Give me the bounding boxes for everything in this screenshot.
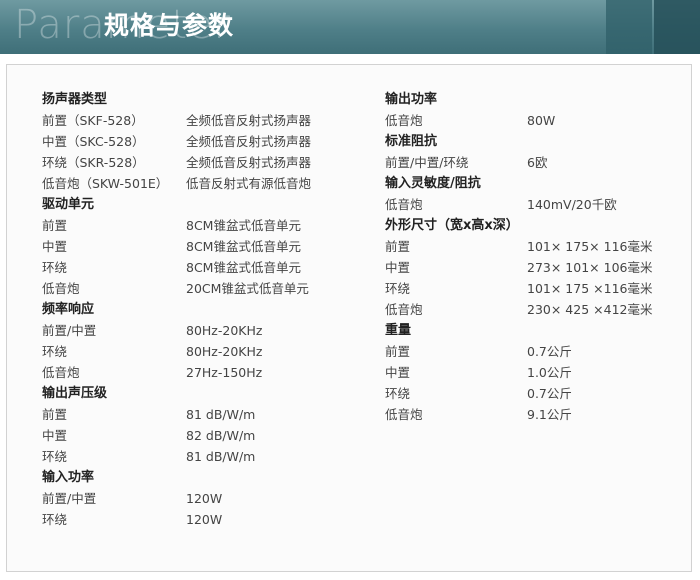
spec-label: 前置/中置 bbox=[42, 323, 97, 338]
spec-value: 80W bbox=[527, 113, 556, 128]
header-banner: Parameter 规格与参数 bbox=[0, 0, 700, 54]
spec-value: 80Hz-20KHz bbox=[186, 323, 263, 338]
spec-label: 低音炮 bbox=[385, 302, 423, 317]
spec-value: 81 dB/W/m bbox=[186, 449, 256, 464]
spec-value: 81 dB/W/m bbox=[186, 407, 256, 422]
spec-value: 0.7公斤 bbox=[527, 386, 572, 401]
spec-value: 全频低音反射式扬声器 bbox=[186, 113, 312, 128]
spec-value: 273× 101× 106毫米 bbox=[527, 260, 653, 275]
spec-value: 1.0公斤 bbox=[527, 365, 572, 380]
spec-value: 全频低音反射式扬声器 bbox=[186, 155, 312, 170]
decor-block bbox=[606, 0, 652, 54]
spec-label: 中置（SKC-528） bbox=[42, 134, 145, 149]
spec-label: 低音炮 bbox=[42, 365, 80, 380]
spec-value: 120W bbox=[186, 491, 223, 506]
spec-value: 101× 175× 116毫米 bbox=[527, 239, 653, 254]
spec-panel: 扬声器类型 前置（SKF-528） 全频低音反射式扬声器 中置（SKC-528） 全频低… bbox=[6, 64, 692, 572]
page-title: 规格与参数 bbox=[104, 11, 235, 40]
section-title: 输入灵敏度/阻抗 bbox=[385, 176, 481, 191]
spec-value: 6欧 bbox=[527, 155, 548, 170]
spec-label: 中置 bbox=[42, 428, 68, 443]
spec-label: 环绕 bbox=[42, 260, 68, 275]
spec-label: 环绕 bbox=[42, 512, 68, 527]
spec-value: 8CM锥盆式低音单元 bbox=[186, 239, 301, 254]
spec-value: 20CM锥盆式低音单元 bbox=[186, 281, 309, 296]
spec-label: 低音炮 bbox=[385, 407, 423, 422]
spec-value: 0.7公斤 bbox=[527, 344, 572, 359]
section-title: 标准阻抗 bbox=[385, 134, 438, 149]
section-title: 重量 bbox=[385, 323, 412, 338]
section-title: 外形尺寸（宽x高x深） bbox=[385, 218, 519, 233]
section-title: 输出功率 bbox=[385, 92, 438, 107]
spec-value: 全频低音反射式扬声器 bbox=[186, 134, 312, 149]
section-title: 输入功率 bbox=[42, 470, 95, 485]
spec-label: 低音炮（SKW-501E） bbox=[42, 176, 169, 191]
section-title: 驱动单元 bbox=[42, 197, 95, 212]
spec-label: 环绕 bbox=[42, 344, 68, 359]
spec-label: 前置 bbox=[385, 239, 411, 254]
spec-value: 低音反射式有源低音炮 bbox=[186, 176, 312, 191]
section-title: 输出声压级 bbox=[42, 386, 108, 401]
spec-value: 82 dB/W/m bbox=[186, 428, 256, 443]
spec-label: 中置 bbox=[385, 365, 411, 380]
spec-value: 140mV/20千欧 bbox=[527, 197, 617, 212]
spec-label: 环绕 bbox=[385, 386, 411, 401]
spec-label: 前置/中置 bbox=[42, 491, 97, 506]
spec-label: 前置 bbox=[385, 344, 411, 359]
spec-label: 前置 bbox=[42, 218, 68, 233]
spec-value: 80Hz-20KHz bbox=[186, 344, 263, 359]
spec-value: 8CM锥盆式低音单元 bbox=[186, 260, 301, 275]
spec-value: 9.1公斤 bbox=[527, 407, 572, 422]
spec-label: 前置 bbox=[42, 407, 68, 422]
spec-label: 中置 bbox=[385, 260, 411, 275]
spec-label: 前置/中置/环绕 bbox=[385, 155, 469, 170]
spec-value: 27Hz-150Hz bbox=[186, 365, 263, 380]
spec-label: 前置（SKF-528） bbox=[42, 113, 144, 128]
spec-value: 120W bbox=[186, 512, 223, 527]
spec-label: 环绕 bbox=[385, 281, 411, 296]
section-title: 频率响应 bbox=[42, 302, 95, 317]
spec-label: 环绕 bbox=[42, 449, 68, 464]
decor-block bbox=[654, 0, 700, 54]
spec-label: 低音炮 bbox=[385, 197, 423, 212]
spec-label: 低音炮 bbox=[42, 281, 80, 296]
section-title: 扬声器类型 bbox=[42, 92, 108, 107]
spec-value: 8CM锥盆式低音单元 bbox=[186, 218, 301, 233]
spec-label: 环绕（SKR-528） bbox=[42, 155, 145, 170]
spec-value: 101× 175 ×116毫米 bbox=[527, 281, 653, 296]
spec-value: 230× 425 ×412毫米 bbox=[527, 302, 653, 317]
spec-label: 中置 bbox=[42, 239, 68, 254]
spec-label: 低音炮 bbox=[385, 113, 423, 128]
